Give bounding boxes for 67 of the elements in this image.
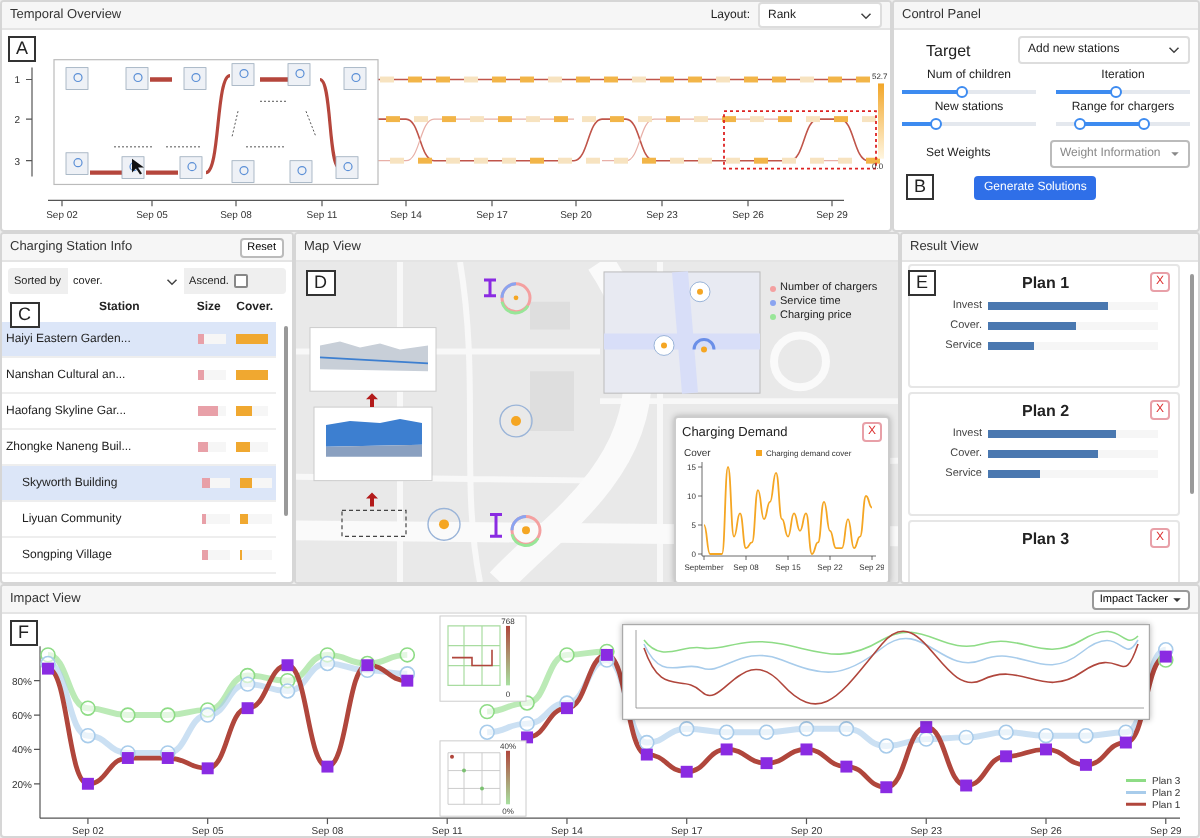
data-point: [798, 721, 815, 737]
station-marker-icon: [427, 507, 461, 541]
data-point: [758, 724, 775, 740]
data-point: [1078, 727, 1094, 744]
scrollbar[interactable]: [284, 326, 288, 516]
data-point: [718, 724, 735, 740]
data-point: [241, 702, 254, 715]
range-glyph-icon: [482, 278, 498, 298]
panel-label: F: [10, 620, 37, 646]
data-point: [880, 781, 893, 794]
scrollbar[interactable]: [1190, 274, 1194, 494]
data-point: [960, 779, 973, 792]
data-point: [958, 729, 974, 746]
station-marker-icon: [499, 404, 533, 438]
ascend-checkbox[interactable]: [234, 274, 249, 288]
caret-icon: [1170, 150, 1180, 158]
data-point: [680, 765, 693, 778]
panel-label: D: [306, 270, 335, 296]
data-point: [998, 724, 1014, 740]
range-glyph-icon: [488, 512, 504, 538]
panel-label: C: [10, 302, 39, 328]
node-map-thumbnail: [439, 740, 527, 817]
data-point: [1000, 750, 1013, 763]
data-point: [239, 667, 256, 684]
arrow-icon: [366, 393, 378, 408]
plan-title: Plan 3: [1022, 529, 1070, 547]
panel-label: A: [8, 36, 37, 62]
y-axis: [25, 67, 33, 178]
data-point: [878, 738, 895, 754]
data-point: [159, 707, 176, 723]
data-point: [838, 721, 855, 737]
panel-label: B: [906, 174, 935, 200]
area-chart-thumbnail: [313, 406, 433, 482]
line-chart-thumbnail: [309, 327, 437, 392]
data-point: [81, 777, 94, 790]
panel-label: E: [908, 270, 937, 296]
data-point: [321, 760, 334, 773]
data-point: [760, 757, 773, 770]
station-glyph-icon: [500, 282, 532, 315]
color-legend-bar: [878, 83, 884, 159]
data-point: [399, 647, 416, 663]
station-glyph-icon: [510, 514, 542, 547]
data-point: [80, 727, 96, 744]
data-point: [201, 762, 214, 775]
data-point: [479, 703, 495, 720]
caret-icon: [1172, 595, 1182, 603]
arrow-icon: [366, 492, 378, 507]
data-point: [319, 655, 336, 672]
data-point: [279, 672, 296, 689]
data-point: [678, 721, 695, 737]
data-point: [120, 707, 136, 723]
plan-title: Plan 2: [1022, 401, 1070, 419]
caret-icon: [860, 11, 872, 19]
data-point: [559, 647, 575, 663]
data-point: [840, 760, 853, 773]
data-point: [479, 724, 495, 740]
legend-swatch: [756, 450, 762, 456]
data-point: [800, 743, 813, 756]
target-label: Target: [926, 41, 971, 59]
caret-icon: [165, 277, 178, 285]
data-point: [80, 700, 96, 716]
caret-icon: [1168, 46, 1180, 54]
plan-title: Plan 1: [1022, 273, 1070, 291]
data-point: [1079, 758, 1092, 771]
dashed-selection-box: [341, 509, 407, 537]
data-point: [720, 743, 733, 756]
y-axis: [697, 461, 703, 557]
